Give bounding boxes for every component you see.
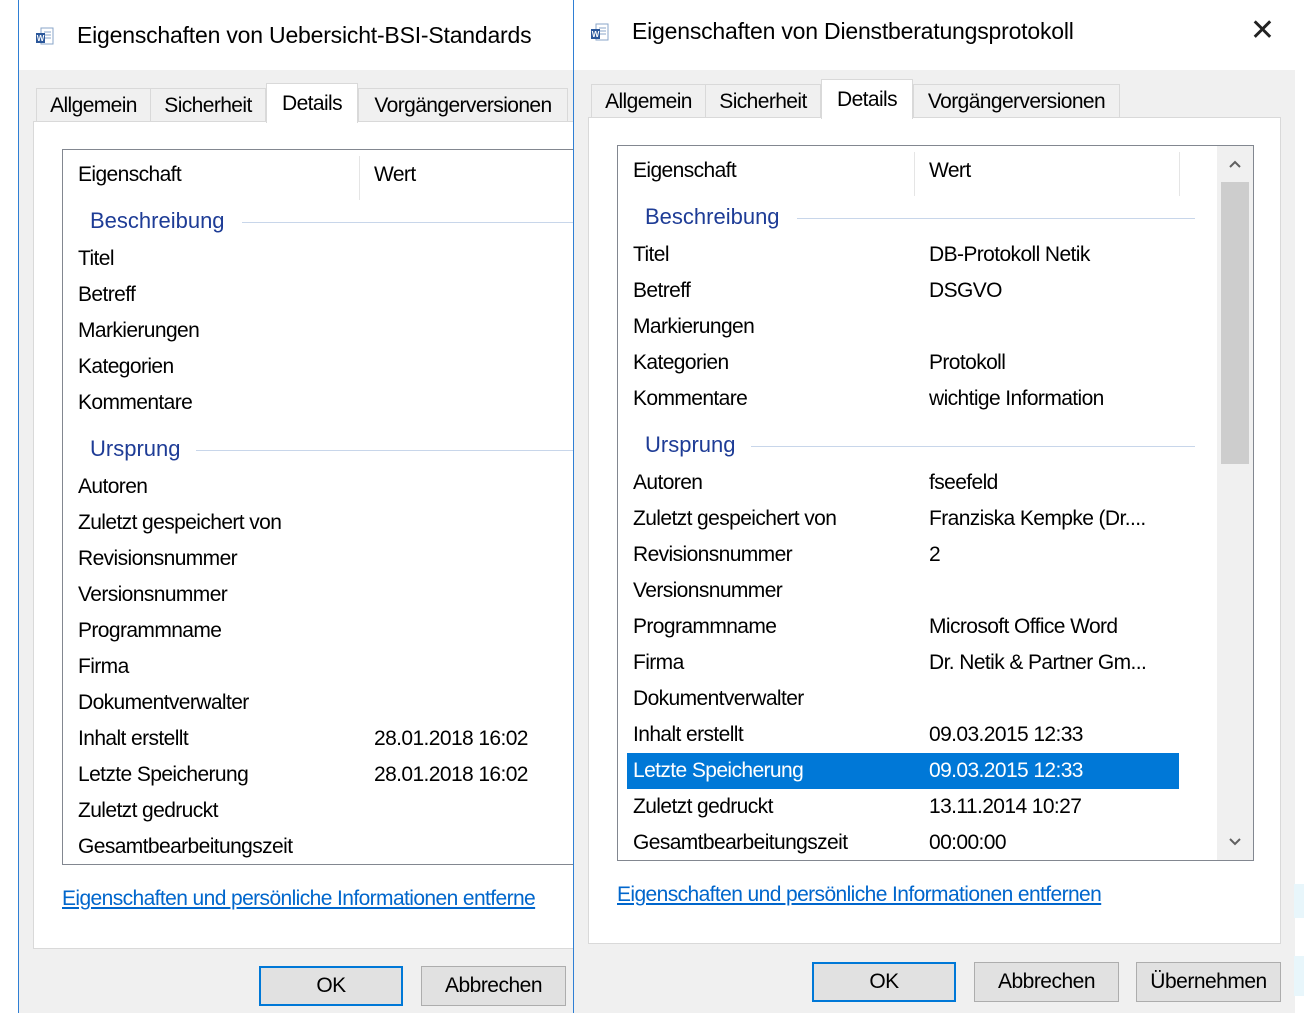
table-row[interactable]: Zuletzt gespeichert von Franziska Kempke …: [627, 501, 1179, 537]
svg-text:W: W: [592, 30, 600, 39]
tab-vorgaengerversionen[interactable]: Vorgängerversionen: [913, 84, 1120, 118]
tab-details[interactable]: Details: [266, 83, 358, 123]
tab-sicherheit[interactable]: Sicherheit: [705, 84, 821, 118]
details-panel: Eigenschaft Wert Beschreibung Titel Betr…: [33, 121, 573, 949]
properties-dialog-right: W Eigenschaften von Dienstberatungsproto…: [573, 0, 1295, 1013]
group-header-ursprung: Ursprung: [72, 431, 573, 467]
close-icon[interactable]: ✕: [1250, 14, 1275, 48]
background-fragment: [1294, 884, 1304, 918]
ok-button[interactable]: OK: [259, 966, 403, 1006]
ok-button[interactable]: OK: [812, 962, 956, 1002]
table-row[interactable]: Dokumentverwalter: [72, 685, 573, 721]
group-header-ursprung: Ursprung: [627, 427, 1195, 463]
table-row[interactable]: Titel DB-Protokoll Netik: [627, 237, 1179, 273]
tab-sicherheit[interactable]: Sicherheit: [150, 88, 266, 122]
word-document-icon: W: [591, 23, 609, 41]
table-row[interactable]: Kommentare: [72, 385, 573, 421]
table-row[interactable]: Betreff DSGVO: [627, 273, 1179, 309]
table-row[interactable]: Gesamtbearbeitungszeit: [72, 829, 573, 864]
table-row[interactable]: Betreff: [72, 277, 573, 313]
tab-allgemein[interactable]: Allgemein: [36, 88, 151, 122]
group-divider: [242, 222, 573, 223]
table-row[interactable]: Kategorien: [72, 349, 573, 385]
table-row[interactable]: Dokumentverwalter: [627, 681, 1179, 717]
table-row[interactable]: Autoren fseefeld: [627, 465, 1179, 501]
table-row-selected[interactable]: Letzte Speicherung 09.03.2015 12:33: [627, 753, 1179, 789]
table-row[interactable]: Inhalt erstellt 28.01.2018 16:02: [72, 721, 573, 757]
table-row[interactable]: Zuletzt gespeichert von: [72, 505, 573, 541]
group-header-beschreibung: Beschreibung: [627, 199, 1195, 235]
cancel-button[interactable]: Abbrechen: [421, 966, 566, 1006]
group-divider: [751, 446, 1195, 447]
table-row[interactable]: Kategorien Protokoll: [627, 345, 1179, 381]
properties-list[interactable]: Eigenschaft Wert Beschreibung Titel DB-Pr…: [617, 145, 1254, 861]
properties-dialog-left: W Eigenschaften von Uebersicht-BSI-Stand…: [18, 0, 573, 1013]
svg-text:W: W: [37, 34, 45, 43]
table-row[interactable]: Revisionsnummer: [72, 541, 573, 577]
table-row[interactable]: Programmname: [72, 613, 573, 649]
column-header-value[interactable]: Wert: [374, 150, 416, 200]
details-panel: Eigenschaft Wert Beschreibung Titel DB-Pr…: [588, 117, 1281, 944]
table-row[interactable]: Firma Dr. Netik & Partner Gm...: [627, 645, 1179, 681]
group-divider: [196, 450, 573, 451]
title-bar: W Eigenschaften von Uebersicht-BSI-Stand…: [19, 0, 573, 70]
group-divider: [797, 218, 1195, 219]
word-document-icon: W: [36, 27, 54, 45]
table-row[interactable]: Firma: [72, 649, 573, 685]
tab-allgemein[interactable]: Allgemein: [591, 84, 706, 118]
group-header-beschreibung: Beschreibung: [72, 203, 573, 239]
column-header-value[interactable]: Wert: [929, 146, 971, 196]
dialog-title: Eigenschaften von Uebersicht-BSI-Standar…: [77, 22, 532, 48]
table-row[interactable]: Zuletzt gedruckt: [72, 793, 573, 829]
table-row[interactable]: Letzte Speicherung 28.01.2018 16:02: [72, 757, 573, 793]
table-row[interactable]: Revisionsnummer 2: [627, 537, 1179, 573]
column-header-property[interactable]: Eigenschaft: [78, 150, 182, 200]
table-row[interactable]: Versionsnummer: [72, 577, 573, 613]
scroll-down-icon[interactable]: [1217, 834, 1253, 851]
cancel-button[interactable]: Abbrechen: [974, 962, 1119, 1002]
table-row[interactable]: Inhalt erstellt 09.03.2015 12:33: [627, 717, 1179, 753]
table-row[interactable]: Zuletzt gedruckt 13.11.2014 10:27: [627, 789, 1179, 825]
table-row[interactable]: Programmname Microsoft Office Word: [627, 609, 1179, 645]
scrollbar-thumb[interactable]: [1221, 182, 1249, 464]
tab-details[interactable]: Details: [821, 79, 913, 119]
remove-properties-link[interactable]: Eigenschaften und persönliche Informatio…: [617, 883, 1102, 907]
properties-list[interactable]: Eigenschaft Wert Beschreibung Titel Betr…: [62, 149, 573, 865]
remove-properties-link[interactable]: Eigenschaften und persönliche Informatio…: [62, 887, 536, 911]
vertical-scrollbar[interactable]: [1217, 146, 1253, 860]
table-row[interactable]: Versionsnummer: [627, 573, 1179, 609]
apply-button[interactable]: Übernehmen: [1136, 962, 1281, 1002]
background-fragment: [1294, 956, 1304, 996]
table-row[interactable]: Autoren: [72, 469, 573, 505]
tab-vorgaengerversionen[interactable]: Vorgängerversionen: [358, 88, 568, 122]
column-separator[interactable]: [359, 156, 360, 200]
table-row[interactable]: Gesamtbearbeitungszeit 00:00:00: [627, 825, 1179, 860]
dialog-title: Eigenschaften von Dienstberatungsprotoko…: [632, 18, 1074, 44]
table-row[interactable]: Markierungen: [72, 313, 573, 349]
table-row[interactable]: Titel: [72, 241, 573, 277]
table-row[interactable]: Markierungen: [627, 309, 1179, 345]
column-header-property[interactable]: Eigenschaft: [633, 146, 737, 196]
title-bar: W Eigenschaften von Dienstberatungsproto…: [574, 0, 1295, 70]
column-separator[interactable]: [1179, 152, 1180, 196]
column-separator[interactable]: [914, 152, 915, 196]
table-row[interactable]: Kommentare wichtige Information: [627, 381, 1179, 417]
scroll-up-icon[interactable]: [1217, 156, 1253, 173]
